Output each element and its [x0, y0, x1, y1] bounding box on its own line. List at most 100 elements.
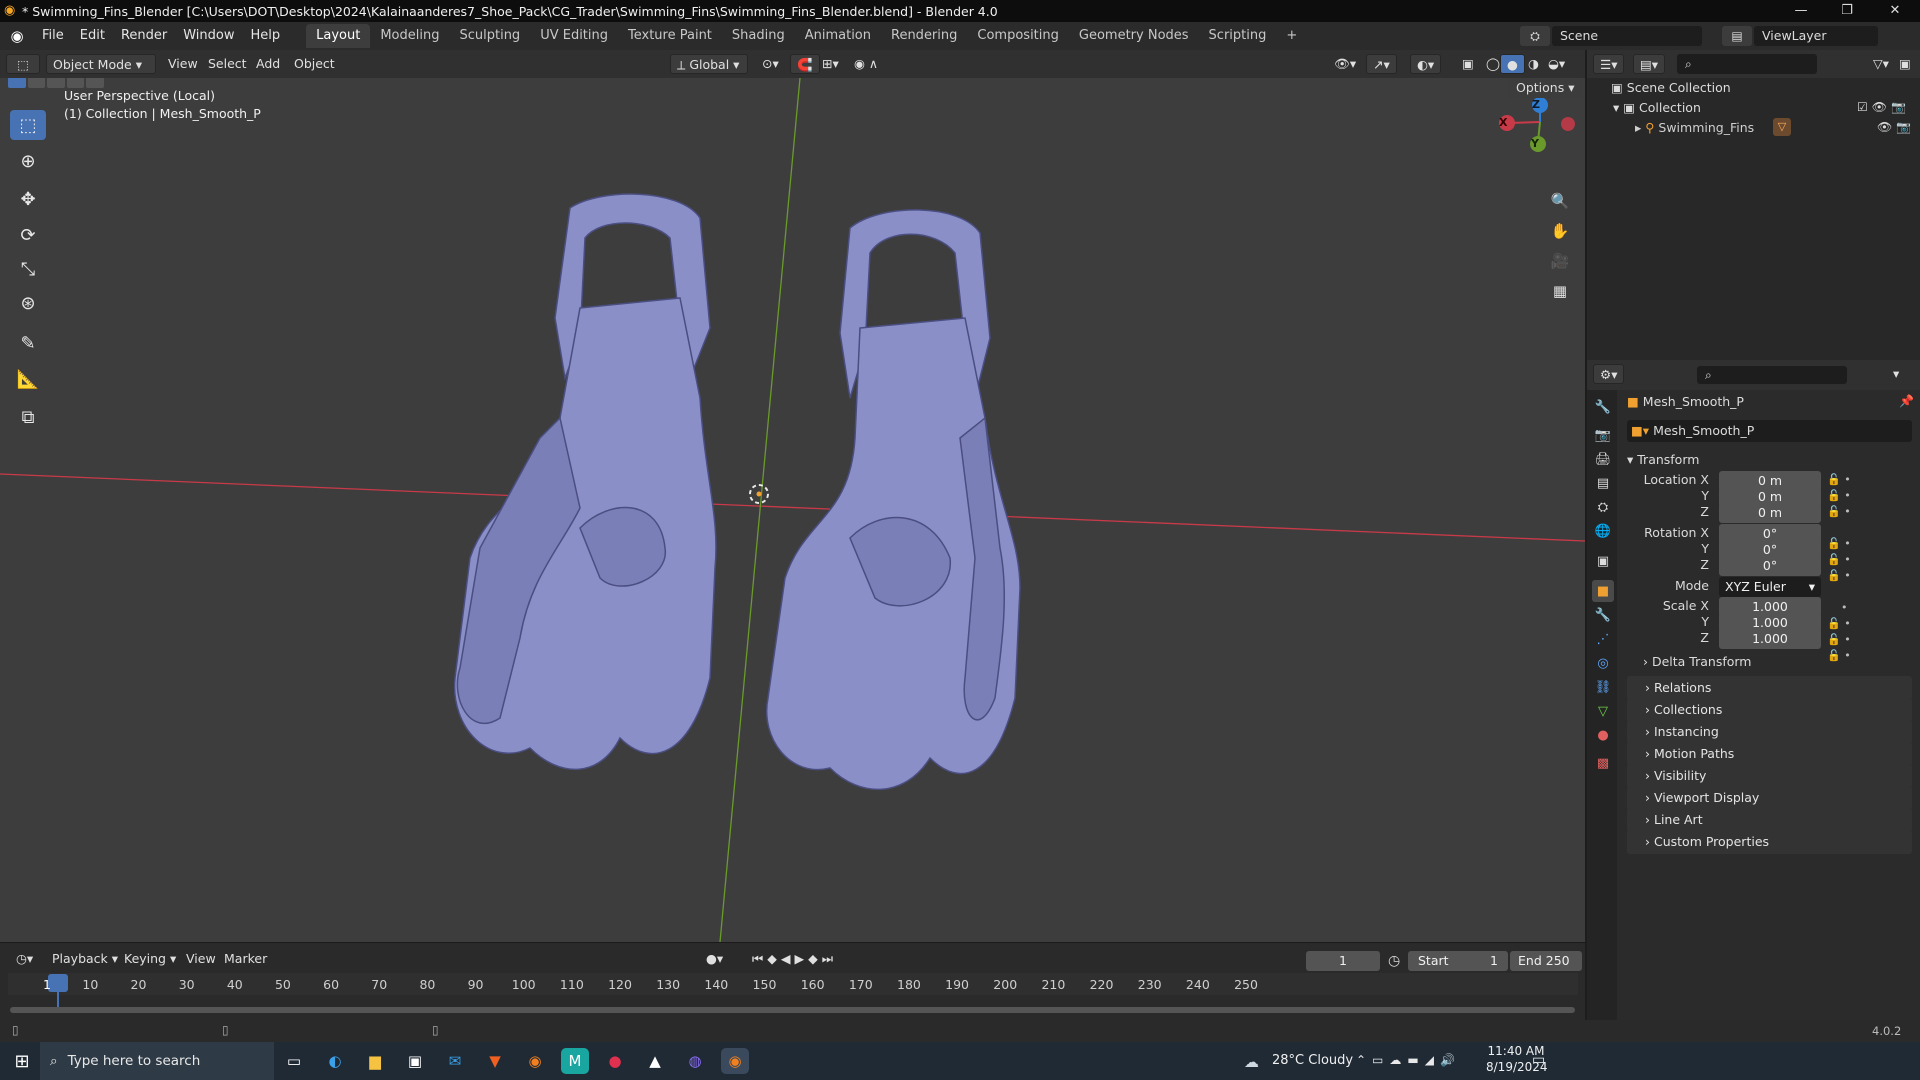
store-icon[interactable]: ▣	[401, 1048, 429, 1074]
select-extend-icon[interactable]	[27, 78, 46, 88]
pin-icon[interactable]: 📌	[1899, 394, 1914, 408]
options-button[interactable]: Options ▾	[1508, 78, 1583, 98]
custom-properties-panel[interactable]: › Custom Properties	[1627, 830, 1912, 854]
relations-panel[interactable]: › Relations	[1627, 676, 1912, 700]
maximize-button[interactable]: ❐	[1824, 0, 1870, 22]
collection-visibility-icons[interactable]: ☑👁📷	[1857, 100, 1910, 114]
select-intersect-icon[interactable]	[86, 78, 104, 88]
blender-active-icon[interactable]: ◉	[721, 1048, 749, 1074]
rotation-mode-dropdown[interactable]: XYZ Euler ▾	[1719, 577, 1821, 597]
pivot-icon[interactable]: ⊙▾	[756, 54, 785, 74]
world-tab-icon[interactable]: 🌐	[1592, 520, 1614, 542]
timeline-menu-keying[interactable]: Keying ▾	[118, 949, 182, 969]
timeline-scrollbar[interactable]	[10, 1007, 1575, 1013]
location-z-field[interactable]: 0 m	[1719, 503, 1821, 523]
menu-object[interactable]: Object	[288, 54, 341, 74]
output-tab-icon[interactable]: 🖨	[1592, 448, 1614, 470]
transform-panel-header[interactable]: ▾ Transform	[1627, 448, 1912, 472]
texture-tab-icon[interactable]: ▩	[1592, 752, 1614, 774]
select-invert-icon[interactable]	[66, 78, 85, 88]
brave-icon[interactable]: ▼	[481, 1048, 509, 1074]
viewport-display-panel[interactable]: › Viewport Display	[1627, 786, 1912, 810]
lock-icons-column[interactable]: 🔓 • 🔓 • 🔓 • 🔓 • 🔓 • 🔓 • • 🔓 • 🔓 • 🔓 •	[1827, 472, 1851, 664]
tab-compositing[interactable]: Compositing	[967, 24, 1069, 48]
menu-file[interactable]: File	[34, 22, 72, 50]
modifier-tab-icon[interactable]: 🔧	[1592, 604, 1614, 626]
playback-controls[interactable]: ⏮◆◀▶◆⏭	[746, 949, 843, 969]
3d-viewport[interactable]: Z X Y User Perspective (Local) (1) Colle…	[0, 78, 1585, 942]
pan-hand-icon[interactable]: ✋	[1547, 218, 1573, 244]
collections-panel[interactable]: › Collections	[1627, 698, 1912, 722]
move-tool-icon[interactable]: ✥	[10, 184, 46, 214]
select-new-icon[interactable]	[8, 78, 26, 88]
modifier-icon[interactable]: ▽	[1773, 118, 1791, 136]
physics-tab-icon[interactable]: ◎	[1592, 652, 1614, 674]
blender-launcher-icon[interactable]: ◉	[521, 1048, 549, 1074]
timeline-ruler[interactable]	[8, 973, 1578, 995]
transform-tool-icon[interactable]: ⊛	[10, 288, 46, 318]
properties-options-icon[interactable]: ▾	[1887, 364, 1905, 384]
menu-edit[interactable]: Edit	[72, 22, 113, 50]
scale-tool-icon[interactable]: ⤡	[10, 254, 46, 284]
menu-window[interactable]: Window	[175, 22, 242, 50]
timeline-menu-playback[interactable]: Playback ▾	[46, 949, 124, 969]
material-tab-icon[interactable]: ●	[1592, 724, 1614, 746]
weather-icon[interactable]: ☁	[1244, 1053, 1259, 1071]
maya-icon[interactable]: M	[561, 1048, 589, 1074]
view-layer-icon[interactable]: ▤	[1722, 26, 1752, 46]
xray-icon[interactable]: ▣	[1456, 54, 1480, 74]
outliner-scene-collection[interactable]: ▣ Scene Collection	[1611, 80, 1731, 95]
tool-tab-icon[interactable]: 🔧	[1592, 396, 1614, 418]
tab-texture-paint[interactable]: Texture Paint	[618, 24, 722, 48]
outliner-search-input[interactable]: ⌕	[1677, 54, 1817, 74]
annotate-tool-icon[interactable]: ✎	[10, 328, 46, 358]
rotate-tool-icon[interactable]: ⟳	[10, 220, 46, 250]
current-frame-field[interactable]: 1	[1306, 951, 1380, 971]
object-name-field[interactable]: ■▾ Mesh_Smooth_P	[1627, 420, 1912, 442]
record-keyframe-icon[interactable]: ●▾	[700, 949, 729, 969]
app-photo-icon[interactable]: ▲	[641, 1048, 669, 1074]
playhead-marker[interactable]	[48, 974, 68, 992]
measure-tool-icon[interactable]: 📐	[10, 364, 46, 394]
select-box-tool-icon[interactable]: ⬚	[10, 110, 46, 140]
tab-layout[interactable]: Layout	[306, 24, 371, 48]
system-tray-icons[interactable]: ⌃▭☁▬◢🔊	[1356, 1053, 1461, 1067]
particles-tab-icon[interactable]: ⋰	[1592, 628, 1614, 650]
tab-rendering[interactable]: Rendering	[881, 24, 967, 48]
discord-icon[interactable]: ◍	[681, 1048, 709, 1074]
view-layer-tab-icon[interactable]: ▤	[1592, 472, 1614, 494]
start-frame-field[interactable]: Start 1	[1408, 951, 1508, 971]
properties-editor-type-icon[interactable]: ⚙▾	[1593, 364, 1625, 384]
timeline-editor-type-icon[interactable]: ◷▾	[10, 949, 39, 969]
overlay-toggle-icon[interactable]: ◐▾	[1410, 54, 1442, 74]
menu-select[interactable]: Select	[202, 54, 253, 74]
tab-sculpting[interactable]: Sculpting	[449, 24, 530, 48]
delta-transform-subpanel[interactable]: › Delta Transform	[1643, 654, 1751, 669]
scale-z-field[interactable]: 1.000	[1719, 629, 1821, 649]
ortho-grid-icon[interactable]: ▦	[1547, 278, 1573, 304]
new-collection-icon[interactable]: ▣	[1893, 54, 1917, 74]
close-button[interactable]: ✕	[1872, 0, 1918, 22]
render-tab-icon[interactable]: 📷	[1592, 424, 1614, 446]
snap-increment-icon[interactable]: ⊞▾	[816, 54, 845, 74]
taskbar-search-box[interactable]: ⌕ Type here to search	[40, 1042, 274, 1080]
rotation-z-field[interactable]: 0°	[1719, 556, 1821, 576]
rendered-shading-icon[interactable]: ◒▾	[1542, 54, 1571, 74]
zoom-icon[interactable]: 🔍	[1547, 188, 1573, 214]
editor-type-icon[interactable]: ⬚	[6, 54, 40, 74]
menu-render[interactable]: Render	[113, 22, 175, 50]
task-view-icon[interactable]: ▭	[280, 1048, 308, 1074]
scene-icon[interactable]: ⛭	[1520, 26, 1550, 46]
tab-modeling[interactable]: Modeling	[370, 24, 449, 48]
object-tab-icon[interactable]: ■	[1592, 580, 1614, 602]
menu-help[interactable]: Help	[243, 22, 289, 50]
visibility-icon[interactable]: 👁▾	[1328, 54, 1362, 74]
tab-geometry-nodes[interactable]: Geometry Nodes	[1069, 24, 1199, 48]
app-red-icon[interactable]: ●	[601, 1048, 629, 1074]
object-mode-dropdown[interactable]: Object Mode ▾	[46, 54, 156, 74]
menu-add[interactable]: Add	[250, 54, 286, 74]
notification-icon[interactable]: ▭	[1532, 1052, 1545, 1068]
object-visibility-icons[interactable]: 👁📷	[1877, 120, 1915, 134]
display-mode-icon[interactable]: ▤▾	[1633, 54, 1666, 74]
weather-text[interactable]: 28°C Cloudy	[1272, 1053, 1353, 1068]
